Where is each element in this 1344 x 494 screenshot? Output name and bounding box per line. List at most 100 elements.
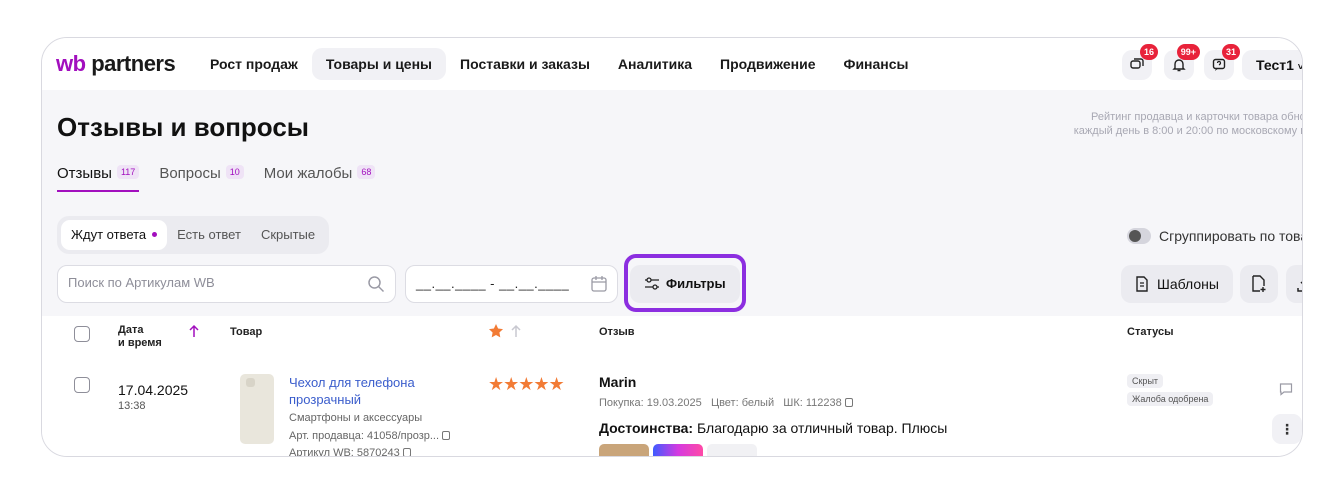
chat-badge: 16 — [1139, 44, 1158, 60]
tab-reviews[interactable]: Отзывы 117 — [57, 162, 140, 192]
rating-stars: ★★★★★ — [488, 374, 565, 394]
file-add-icon — [1252, 275, 1266, 292]
help-icon — [1212, 58, 1226, 71]
seg-hidden[interactable]: Скрытые — [251, 220, 325, 250]
answer-status-switch: Ждут ответа Есть ответ Скрытые — [57, 216, 330, 254]
product-color: Цвет: белый — [710, 397, 775, 409]
barcode: ШК: 112238 — [783, 397, 842, 409]
reviews-table: Дата и время Товар Отзыв Статусы 17.04.2… — [42, 316, 1302, 457]
tab-complaints-label: Мои жалобы — [263, 165, 353, 182]
document-icon — [1136, 276, 1148, 292]
chat-icon — [1130, 58, 1144, 69]
copy-icon[interactable] — [402, 448, 411, 456]
top-bar: wb partners Рост продаж Товары и цены По… — [42, 38, 1302, 90]
download-icon — [1297, 281, 1302, 292]
logo-wb: wb — [56, 51, 86, 76]
row-date: 17.04.2025 — [118, 382, 189, 398]
nav-item-products[interactable]: Товары и цены — [311, 48, 447, 80]
nav-item-promotion[interactable]: Продвижение — [706, 48, 829, 80]
bell-icon — [1172, 59, 1186, 72]
tab-complaints[interactable]: Мои жалобы 68 — [264, 162, 376, 192]
comment-icon[interactable] — [1279, 382, 1293, 396]
wb-article-text: Артикул WB: 5870243 — [289, 447, 400, 457]
wb-article: Артикул WB: 5870243 — [289, 447, 411, 457]
tab-questions[interactable]: Вопросы 10 — [159, 162, 244, 192]
row-checkbox[interactable] — [74, 377, 90, 393]
notifications-badge: 99+ — [1176, 44, 1200, 60]
calendar-icon[interactable] — [590, 275, 608, 293]
date-range-value: __.__.____ - __.__.____ — [416, 276, 570, 291]
unread-dot — [152, 232, 158, 237]
group-toggle-label: Сгруппировать по това — [1159, 228, 1303, 244]
group-by-product-toggle[interactable]: Сгруппировать по това — [1127, 228, 1303, 244]
row-time: 13:38 — [118, 400, 146, 412]
templates-label: Шаблоны — [1157, 276, 1219, 292]
pros-text: Благодарю за отличный товар. Плюсы — [697, 420, 948, 436]
chevron-down-icon: ˅ — [1298, 62, 1302, 73]
notifications-button[interactable]: 99+ — [1164, 44, 1200, 80]
nav-item-supplies[interactable]: Поставки и заказы — [446, 48, 604, 80]
seller-article-text: Арт. продавца: 41058/прозр... — [289, 430, 440, 442]
header-review: Отзыв — [599, 326, 635, 338]
export-file-button[interactable] — [1240, 265, 1278, 303]
star-sort-icon[interactable] — [488, 323, 504, 339]
tab-complaints-count: 68 — [357, 165, 376, 179]
status-badge-complaint-approved: Жалоба одобрена — [1127, 392, 1214, 406]
header-date[interactable]: Дата и время — [118, 324, 162, 350]
download-button[interactable] — [1286, 265, 1302, 303]
seg-answered[interactable]: Есть ответ — [167, 220, 251, 250]
logo[interactable]: wb partners — [56, 51, 176, 77]
logo-partners: partners — [91, 51, 176, 76]
select-all-checkbox[interactable] — [74, 326, 90, 342]
product-name-link[interactable]: Чехол для телефона прозрачный — [289, 374, 459, 408]
rating-note-line-1: Рейтинг продавца и карточки товара обнов… — [1090, 111, 1302, 123]
seg-awaiting-answer[interactable]: Ждут ответа — [61, 220, 168, 250]
filters-label: Фильтры — [666, 276, 726, 291]
seller-article: Арт. продавца: 41058/прозр... — [289, 430, 451, 442]
review-tabs: Отзывы 117 Вопросы 10 Мои жалобы 68 — [57, 162, 395, 192]
review-photo[interactable] — [653, 444, 703, 456]
tab-questions-count: 10 — [225, 165, 244, 179]
filters-button[interactable]: Фильтры — [630, 265, 740, 303]
help-button[interactable]: 31 — [1204, 44, 1240, 80]
tab-questions-label: Вопросы — [159, 165, 221, 182]
search-icon — [368, 276, 385, 293]
product-category: Смартфоны и аксессуары — [289, 412, 423, 424]
chat-button[interactable]: 16 — [1122, 44, 1158, 80]
sort-arrow-up-icon[interactable] — [188, 324, 200, 338]
nav-item-analytics[interactable]: Аналитика — [604, 48, 706, 80]
rating-note: Рейтинг продавца и карточки товара обнов… — [1002, 110, 1302, 138]
status-badge-hidden: Скрыт — [1127, 374, 1164, 388]
main-nav: Рост продаж Товары и цены Поставки и зак… — [196, 48, 923, 80]
toggle-switch[interactable] — [1127, 228, 1151, 244]
seg-awaiting-answer-label: Ждут ответа — [71, 227, 147, 242]
nav-item-finance[interactable]: Финансы — [830, 48, 923, 80]
more-actions-button[interactable]: ⋮ — [1272, 414, 1302, 444]
tab-reviews-count: 117 — [116, 165, 140, 179]
copy-icon[interactable] — [844, 398, 853, 407]
search-input[interactable] — [68, 275, 358, 290]
user-menu[interactable]: Тест1 ˅ — [1242, 50, 1302, 80]
header-date-line-2: и время — [118, 337, 162, 349]
purchase-date: Покупка: 19.03.2025 — [599, 397, 702, 409]
date-range-input[interactable]: __.__.____ - __.__.____ — [405, 265, 618, 303]
header-statuses: Статусы — [1127, 326, 1174, 338]
user-name: Тест1 — [1256, 57, 1294, 73]
review-photo[interactable] — [707, 444, 757, 456]
tab-reviews-label: Отзывы — [57, 165, 112, 182]
review-text: Достоинства: Благодарю за отличный товар… — [599, 420, 947, 436]
pros-label: Достоинства: — [599, 420, 694, 436]
copy-icon[interactable] — [442, 431, 451, 440]
app-window: wb partners Рост продаж Товары и цены По… — [41, 37, 1303, 457]
page-title: Отзывы и вопросы — [57, 112, 310, 142]
header-date-line-1: Дата — [118, 324, 144, 336]
templates-button[interactable]: Шаблоны — [1121, 265, 1233, 303]
product-image[interactable] — [240, 374, 274, 444]
help-badge: 31 — [1221, 44, 1240, 60]
sort-arrow-up-icon[interactable] — [510, 324, 522, 338]
search-field[interactable] — [57, 265, 396, 303]
nav-item-growth[interactable]: Рост продаж — [196, 48, 312, 80]
review-photo[interactable] — [599, 444, 649, 456]
review-author: Marin — [599, 374, 637, 390]
header-product: Товар — [230, 326, 263, 338]
